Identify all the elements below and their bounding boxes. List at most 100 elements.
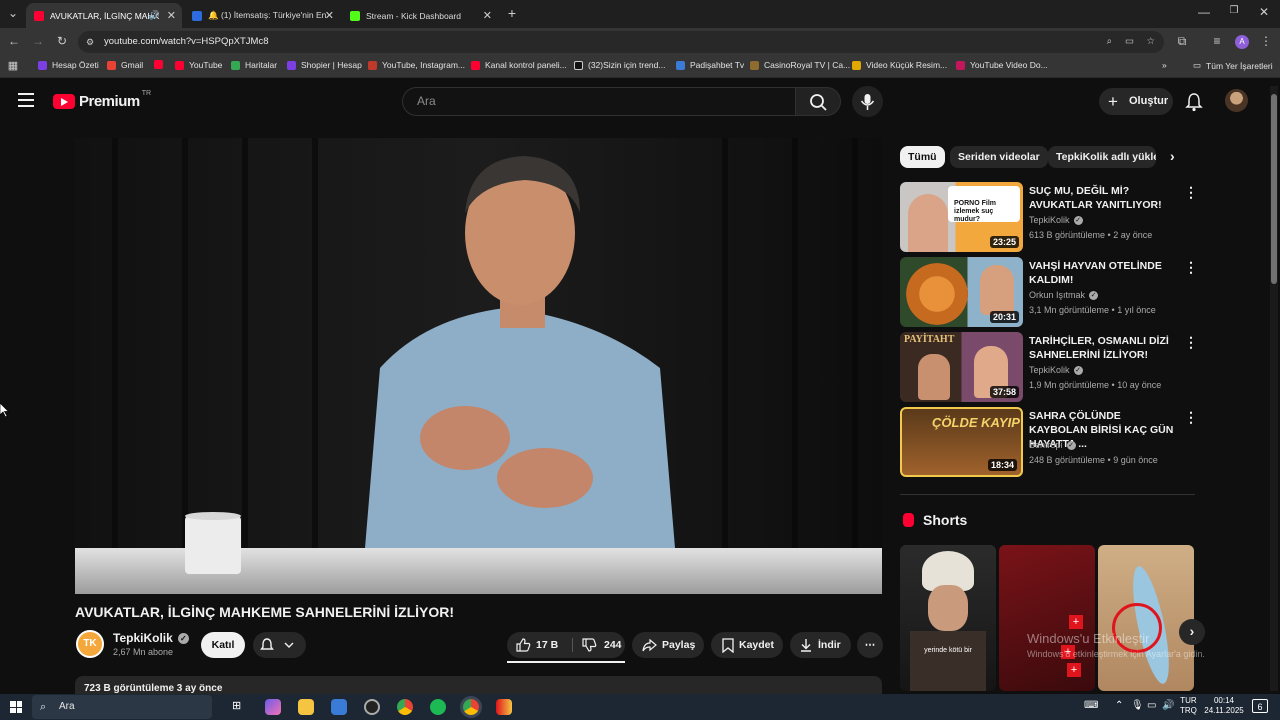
page-scrollbar[interactable] [1270,86,1278,691]
tab-close-icon[interactable]: ✕ [167,9,176,22]
install-app-icon[interactable]: ▭ [1125,31,1134,53]
search-input[interactable]: Ara [402,87,796,116]
task-view-icon[interactable]: ⊞ [232,699,248,715]
tray-expand-icon[interactable]: ⌃ [1115,700,1123,711]
app-icon[interactable] [496,699,512,715]
hamburger-menu-icon[interactable] [18,93,34,107]
bookmark-item[interactable] [154,60,168,69]
microphone-tray-icon[interactable]: 🎙 [1131,700,1144,711]
scrollbar-thumb[interactable] [1271,94,1277,284]
chips-next-icon[interactable]: › [1170,148,1175,164]
bookmark-star-icon[interactable]: ☆ [1146,31,1155,53]
subscription-bell-button[interactable] [253,632,306,658]
forward-icon[interactable]: → [30,34,46,48]
video-player[interactable] [75,138,882,594]
bookmark-item[interactable]: (32)Sizin için trend... [574,60,665,70]
user-avatar[interactable] [1225,89,1248,112]
chip-all[interactable]: Tümü [900,146,945,168]
join-button[interactable]: Katıl [201,632,245,658]
bookmark-item[interactable]: Kanal kontrol paneli... [471,60,567,70]
copilot-icon[interactable] [265,699,281,715]
back-icon[interactable]: ← [6,34,22,48]
short-video[interactable] [1098,545,1194,691]
notifications-icon[interactable]: 6 [1252,699,1268,713]
bookmark-item[interactable]: CasinoRoyal TV | Ca... [750,60,850,70]
description-box[interactable]: 723 B görüntüleme 3 ay önce [75,676,882,694]
minimize-icon[interactable]: — [1196,5,1212,19]
window-close-icon[interactable]: ✕ [1256,5,1272,19]
taskbar-search[interactable]: ⌕ Ara [32,695,212,719]
voice-search-button[interactable] [852,86,883,117]
store-icon[interactable] [331,699,347,715]
search-button[interactable] [795,87,841,116]
tab-youtube-video[interactable]: AVUKATLAR, İLGİNÇ MAHK 🔊 ✕ [26,3,182,28]
taskbar-search-label: Ara [59,701,75,712]
windows-start-icon[interactable] [10,701,22,713]
language-indicator[interactable]: TUR TRQ [1180,696,1197,716]
recommended-video[interactable]: PORNO Film izlemek suç mudur? 23:25 SUÇ … [900,182,1200,252]
clock[interactable]: 00:14 24.11.2025 [1203,696,1245,716]
more-vertical-icon[interactable]: ⋮ [1184,409,1198,426]
bookmark-item[interactable]: Haritalar [231,60,277,70]
more-vertical-icon[interactable]: ⋮ [1184,334,1198,351]
app-icon[interactable] [364,699,380,715]
chip-channel-uploads[interactable]: TepkiKolik adlı yükle [1048,146,1156,168]
dislike-button[interactable]: 244 [573,632,625,658]
browser-menu-icon[interactable]: ⋮ [1258,34,1274,48]
speaker-icon[interactable]: 🔊 [149,10,160,21]
more-vertical-icon[interactable]: ⋮ [1184,259,1198,276]
bookmark-item[interactable]: YouTube, Instagram... [368,60,465,70]
maps-icon [231,60,240,70]
recommended-video[interactable]: PAYİTAHT 37:58 TARİHÇİLER, OSMANLI DİZİ … [900,332,1200,402]
bookmark-item[interactable]: YouTube Video Do... [956,60,1048,70]
volume-icon[interactable]: 🔊 [1162,700,1174,711]
short-video[interactable]: yerinde kötü bir [900,545,996,691]
chrome-icon[interactable] [397,699,413,715]
tab-close-icon[interactable]: ✕ [325,9,334,22]
tab-close-icon[interactable]: ✕ [483,9,492,22]
download-button[interactable]: İndir [790,632,851,658]
channel-avatar[interactable]: TK [76,630,104,658]
extensions-icon[interactable]: ⧉ [1174,34,1190,49]
recommended-video[interactable]: ÇÖLDE KAYIP 18:34 SAHRA ÇÖLÜNDE KAYBOLAN… [900,407,1200,477]
chip-series-videos[interactable]: Seriden videolar [950,146,1048,168]
short-video[interactable]: + + + [999,545,1095,691]
create-button[interactable]: + Oluştur [1099,88,1173,115]
address-bar[interactable]: ⚙ youtube.com/watch?v=HSPQpXTJMc8 ⌕ ▭ ☆ [78,31,1164,53]
view-count-date: 723 B görüntüleme 3 ay önce [84,683,223,694]
keyboard-icon[interactable]: ⌨ [1084,700,1098,711]
site-info-icon[interactable]: ⚙ [86,31,94,53]
profile-avatar-icon[interactable]: A [1235,35,1249,49]
reload-icon[interactable]: ↻ [54,34,70,48]
more-actions-button[interactable]: ⋯ [857,632,883,658]
restore-icon[interactable]: ❐ [1226,5,1242,16]
tab-search-icon[interactable]: ⌄ [5,6,21,20]
spotify-icon[interactable] [430,699,446,715]
media-control-icon[interactable]: ≡ [1209,34,1225,48]
bookmark-item[interactable]: Shopier | Hesap [287,60,362,70]
more-bookmarks-icon[interactable]: » [1162,60,1167,70]
bookmark-item[interactable]: Gmail [107,60,143,70]
recommended-video[interactable]: 20:31 VAHŞİ HAYVAN OTELİNDE KALDIM! Orku… [900,257,1200,327]
shorts-next-icon[interactable]: › [1179,619,1205,645]
like-button[interactable]: 17 B [507,632,572,658]
channel-name-link[interactable]: TepkiKolik ✓ [113,631,189,645]
youtube-premium-logo[interactable]: Premium TR [53,90,151,110]
apps-grid-icon[interactable]: ▦ [5,59,21,72]
chrome-active-icon[interactable] [463,699,479,715]
zoom-icon[interactable]: ⌕ [1107,31,1112,53]
tab-kick-dashboard[interactable]: Stream - Kick Dashboard ✕ [342,3,498,28]
tab-itemsatis[interactable]: 🔔 (1) İtemsatış: Türkiye'nin En ✕ [184,3,340,28]
all-bookmarks-folder[interactable]: ▭ Tüm Yer İşaretleri [1193,60,1273,71]
bookmark-item[interactable]: Hesap Özeti [38,60,99,70]
more-vertical-icon[interactable]: ⋮ [1184,184,1198,201]
bookmark-item[interactable]: Video Küçük Resim... [852,60,947,70]
file-explorer-icon[interactable] [298,699,314,715]
bookmark-item[interactable]: YouTube [175,60,222,70]
save-button[interactable]: Kaydet [711,632,783,658]
notifications-bell-icon[interactable] [1185,92,1203,117]
share-button[interactable]: Paylaş [632,632,704,658]
new-tab-icon[interactable]: + [504,5,520,21]
bookmark-item[interactable]: Padişahbet Tv [676,60,744,70]
network-icon[interactable]: ▭ [1147,700,1156,711]
